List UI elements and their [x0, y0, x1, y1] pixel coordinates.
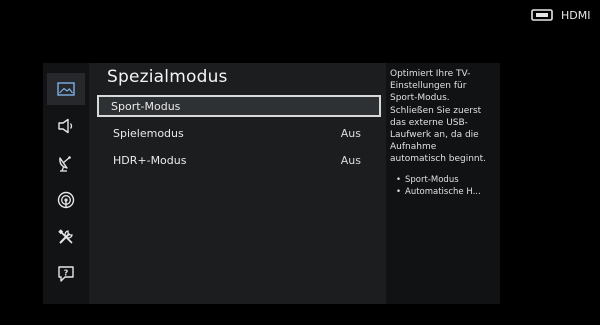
help-bullet: Sport-Modus [396, 174, 496, 187]
menu-item-value: Aus [340, 126, 361, 140]
menu-item-sport-mode[interactable]: Sport-Modus [97, 95, 381, 117]
speaker-icon[interactable] [55, 115, 77, 137]
page-title: Spezialmodus [107, 67, 228, 87]
source-indicator: HDMI [531, 6, 590, 24]
help-text-line: Sport-Modus. [390, 93, 450, 104]
menu-item-game-mode[interactable]: Spielemodus Aus [99, 122, 375, 144]
hdmi-port-icon [531, 9, 553, 21]
menu-item-label: Sport-Modus [111, 99, 181, 113]
menu-item-hdr-mode[interactable]: HDR+-Modus Aus [99, 149, 375, 171]
support-icon[interactable]: ? [55, 263, 77, 285]
tools-icon[interactable] [55, 226, 77, 248]
help-text-line: automatisch beginnt. [390, 154, 487, 165]
settings-category-bar: ? [43, 63, 89, 304]
menu-item-value: Aus [340, 153, 361, 167]
menu-item-label: HDR+-Modus [113, 153, 187, 167]
menu-item-label: Spielemodus [113, 126, 184, 140]
svg-text:?: ? [64, 269, 69, 278]
help-text-line: Laufwerk an, da die [390, 130, 479, 141]
help-bullet-list: Sport-Modus Automatische H... [390, 174, 496, 199]
help-text-line: das externe USB- [390, 117, 468, 128]
picture-icon[interactable] [47, 73, 85, 105]
help-text-line: Aufnahme [390, 142, 437, 153]
tv-screen: HDMI ? Spezialmodus Sport-Modus Spielemo… [0, 0, 600, 325]
help-text-line: Schließen Sie zuerst [390, 105, 482, 116]
help-text-line: Einstellungen für [390, 81, 467, 92]
help-panel: Optimiert Ihre TV- Einstellungen für Spo… [386, 63, 500, 304]
source-label: HDMI [561, 8, 591, 22]
satellite-dish-icon[interactable] [55, 152, 77, 174]
network-icon[interactable] [55, 189, 77, 211]
help-text-line: Optimiert Ihre TV- [390, 69, 471, 79]
special-mode-panel: Spezialmodus Sport-Modus Spielemodus Aus… [89, 63, 386, 304]
help-bullet: Automatische H... [396, 186, 496, 199]
